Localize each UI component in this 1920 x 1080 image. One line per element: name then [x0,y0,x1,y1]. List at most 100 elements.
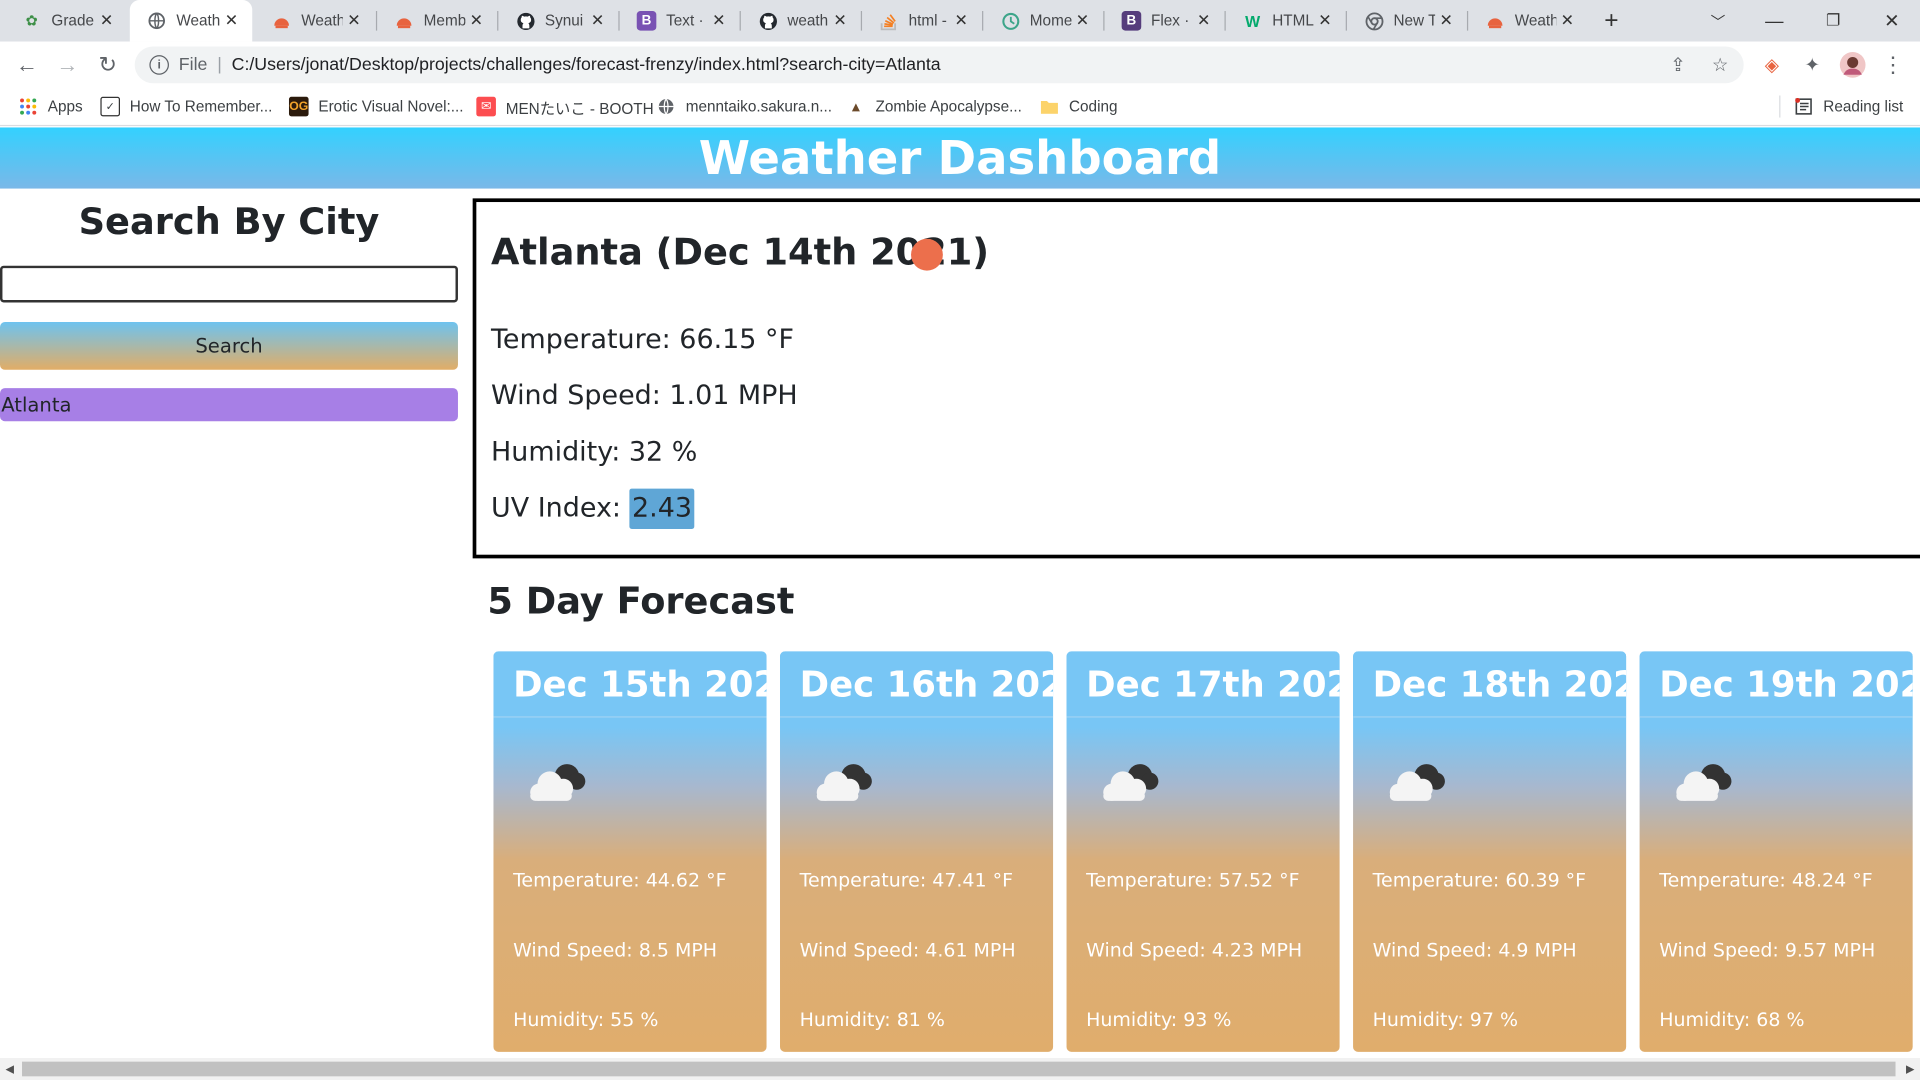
chrome-icon [1364,11,1384,31]
tab-moment[interactable]: Mome ✕ [983,0,1103,42]
tab-bootstrap-text[interactable]: B Text · ✕ [620,0,740,42]
tab-title: Weath [301,12,343,30]
bookmark-label: Apps [47,97,83,116]
chevron-down-icon: ﹀ [1710,12,1726,31]
bookmark-folder-coding[interactable]: Coding [1040,88,1118,125]
city-search-input[interactable] [0,265,458,303]
extension-cast-icon[interactable]: ◈ [1758,51,1785,78]
w3schools-icon: W [1245,11,1261,31]
tab-weather-3[interactable]: Weath ✕ [1468,0,1588,42]
forecast-humidity: Humidity: 81 % [799,1008,945,1032]
github-icon [516,11,536,31]
close-icon[interactable]: ✕ [96,11,118,31]
booth-icon: ✉ [476,96,496,117]
forecast-wind-speed: Wind Speed: 9.57 MPH [1659,939,1876,962]
back-button[interactable]: ← [11,49,43,81]
reload-button[interactable]: ↻ [92,49,124,81]
cloudy-icon [530,764,586,801]
bookmark-apps[interactable]: Apps [18,88,83,125]
tab-grade[interactable]: ✿ Grade ✕ [5,0,127,42]
tab-weather-2[interactable]: Weath ✕ [255,0,375,42]
reading-list-button[interactable]: Reading list [1794,88,1903,125]
menu-dots-icon[interactable]: ⋮ [1880,51,1907,78]
close-icon[interactable]: ✕ [708,11,730,31]
forecast-humidity: Humidity: 55 % [513,1008,659,1032]
tab-new-tab[interactable]: New T ✕ [1347,0,1467,42]
avatar[interactable] [1839,51,1866,78]
new-tab-button[interactable]: + [1583,0,1639,42]
tab-stackoverflow[interactable]: html - ✕ [862,0,982,42]
tab-weather-active[interactable]: Weath ✕ [129,0,253,42]
bookmark-label: Erotic Visual Novel:... [318,97,464,116]
weather-app-icon [272,11,292,31]
bookmark-page-icon: ✓ [100,96,121,117]
forecast-wind-speed: Wind Speed: 4.9 MPH [1372,939,1577,962]
bookmark-booth[interactable]: ✉ MENたいこ - BOOTH [476,88,654,125]
close-icon[interactable]: ✕ [1314,11,1336,31]
current-weather-panel: Atlanta (Dec 14th 2021) Temperature: 66.… [472,198,1920,559]
search-history-item[interactable]: Atlanta [0,388,458,422]
tab-bootstrap-flex[interactable]: B Flex · ✕ [1104,0,1224,42]
scroll-right-icon[interactable]: ▶ [1900,1058,1920,1080]
tab-members[interactable]: Memb ✕ [377,0,497,42]
bookmark-zombie[interactable]: ▴ Zombie Apocalypse... [846,88,1022,125]
bookmark-how-to-remember[interactable]: ✓ How To Remember... [100,88,272,125]
uv-index-badge: 2.43 [629,488,695,529]
tab-title: Weath [1514,12,1557,30]
close-icon[interactable]: ✕ [1071,11,1093,31]
browser-toolbar: ← → ↻ i File | C:/Users/jonat/Desktop/pr… [0,41,1920,89]
horizontal-scrollbar[interactable]: ◀ ▶ [0,1057,1920,1080]
address-bar[interactable]: i File | C:/Users/jonat/Desktop/projects… [134,46,1744,84]
tab-github-weather[interactable]: weath ✕ [741,0,861,42]
close-icon[interactable]: ✕ [343,11,365,31]
search-button[interactable]: Search [0,322,458,370]
forward-button[interactable]: → [51,49,83,81]
star-icon[interactable]: ☆ [1712,47,1728,84]
bookmark-label: Zombie Apocalypse... [875,97,1022,116]
forecast-date: Dec 18th 2021 [1353,651,1627,718]
forecast-date: Dec 19th 2021 [1639,651,1913,718]
tab-title: New T [1393,12,1436,30]
scroll-left-icon[interactable]: ◀ [0,1058,20,1080]
uv-index-label: UV Index: [491,493,630,525]
header-banner: Weather Dashboard [0,127,1920,189]
bookmark-menntaiko[interactable]: menntaiko.sakura.n... [656,88,832,125]
tab-title: Text · [666,12,704,30]
share-icon[interactable]: ⇪ [1670,47,1685,84]
puzzle-icon[interactable]: ✦ [1799,51,1826,78]
stackoverflow-icon [879,11,899,31]
forecast-humidity: Humidity: 97 % [1372,1008,1518,1032]
close-icon[interactable]: ✕ [465,11,487,31]
minimize-button[interactable]: — [1746,0,1802,42]
close-icon[interactable]: ✕ [1435,11,1457,31]
url-text: C:/Users/jonat/Desktop/projects/challeng… [231,55,941,75]
bootstrap-icon: B [1121,11,1142,31]
close-icon[interactable]: ✕ [1556,11,1578,31]
forecast-heading: 5 Day Forecast [487,580,795,624]
info-icon[interactable]: i [149,55,169,75]
current-wind-speed: Wind Speed: 1.01 MPH [491,380,798,412]
tab-title: html - [908,12,947,30]
close-window-button[interactable]: ✕ [1864,0,1920,42]
arrow-left-icon: ← [15,52,38,77]
close-icon[interactable]: ✕ [950,11,972,31]
tab-github-synui[interactable]: Synui ✕ [498,0,618,42]
close-icon[interactable]: ✕ [587,11,609,31]
scrollbar-thumb[interactable] [22,1061,1896,1077]
bookmark-label: Coding [1068,97,1118,116]
bookmark-visual-novel[interactable]: OG Erotic Visual Novel:... [288,88,464,125]
apps-grid-icon [18,97,38,117]
tab-w3schools[interactable]: W HTML ✕ [1226,0,1346,42]
forecast-date: Dec 16th 2021 [780,651,1054,718]
tab-search-button[interactable]: ﹀ [1690,0,1746,42]
url-divider: | [217,55,222,75]
close-icon[interactable]: ✕ [829,11,851,31]
weather-app-icon [1485,11,1505,31]
forecast-temperature: Temperature: 48.24 °F [1659,869,1873,892]
restore-button[interactable]: ❐ [1805,0,1861,42]
bookmark-hat-icon: ▴ [851,96,860,116]
close-icon[interactable]: ✕ [220,11,242,31]
close-icon[interactable]: ✕ [1193,11,1215,31]
url-scheme-label: File [178,55,208,75]
forecast-temperature: Temperature: 47.41 °F [799,869,1014,892]
